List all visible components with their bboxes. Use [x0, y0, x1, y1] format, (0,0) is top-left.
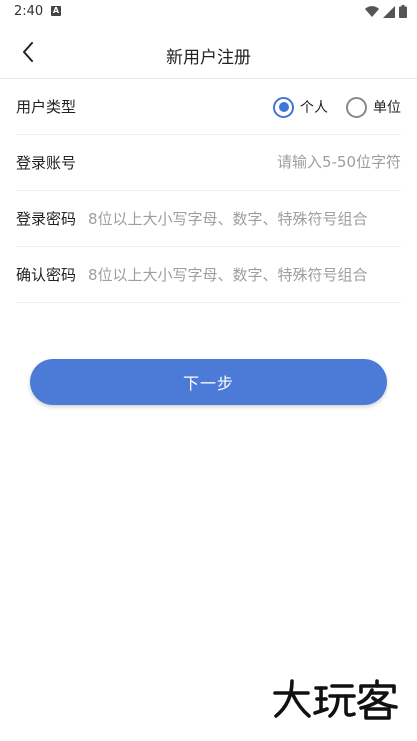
account-input[interactable] — [161, 153, 401, 171]
user-type-radio-group: 个人 单位 — [273, 79, 401, 135]
radio-personal-label: 个人 — [300, 100, 328, 116]
app-bar: 新用户注册 — [0, 24, 417, 79]
download-notification-icon: A — [51, 6, 61, 16]
status-icons — [365, 5, 407, 18]
radio-unchecked-icon — [346, 96, 367, 118]
wifi-icon — [365, 5, 379, 17]
status-time: 2:40 — [14, 4, 44, 19]
watermark-logo — [273, 679, 398, 720]
radio-personal[interactable]: 个人 — [273, 96, 328, 118]
radio-organization-label: 单位 — [373, 100, 401, 116]
password-label: 登录密码 — [16, 210, 77, 228]
status-bar: 2:40 A — [0, 0, 417, 24]
page-title: 新用户注册 — [166, 48, 251, 68]
account-label: 登录账号 — [16, 154, 77, 172]
radio-checked-icon — [273, 96, 294, 118]
password-input[interactable] — [88, 209, 394, 228]
confirm-password-row: 确认密码 — [16, 247, 401, 303]
radio-organization[interactable]: 单位 — [346, 96, 401, 118]
password-row: 登录密码 — [16, 191, 401, 247]
account-row: 登录账号 — [16, 135, 401, 191]
battery-icon — [399, 5, 407, 18]
user-type-row: 用户类型 个人 单位 — [16, 79, 401, 135]
user-type-label: 用户类型 — [16, 98, 77, 116]
confirm-password-input[interactable] — [88, 265, 394, 284]
confirm-password-label: 确认密码 — [16, 266, 77, 284]
cellular-signal-icon — [383, 5, 395, 18]
next-button[interactable]: 下一步 — [30, 359, 387, 405]
